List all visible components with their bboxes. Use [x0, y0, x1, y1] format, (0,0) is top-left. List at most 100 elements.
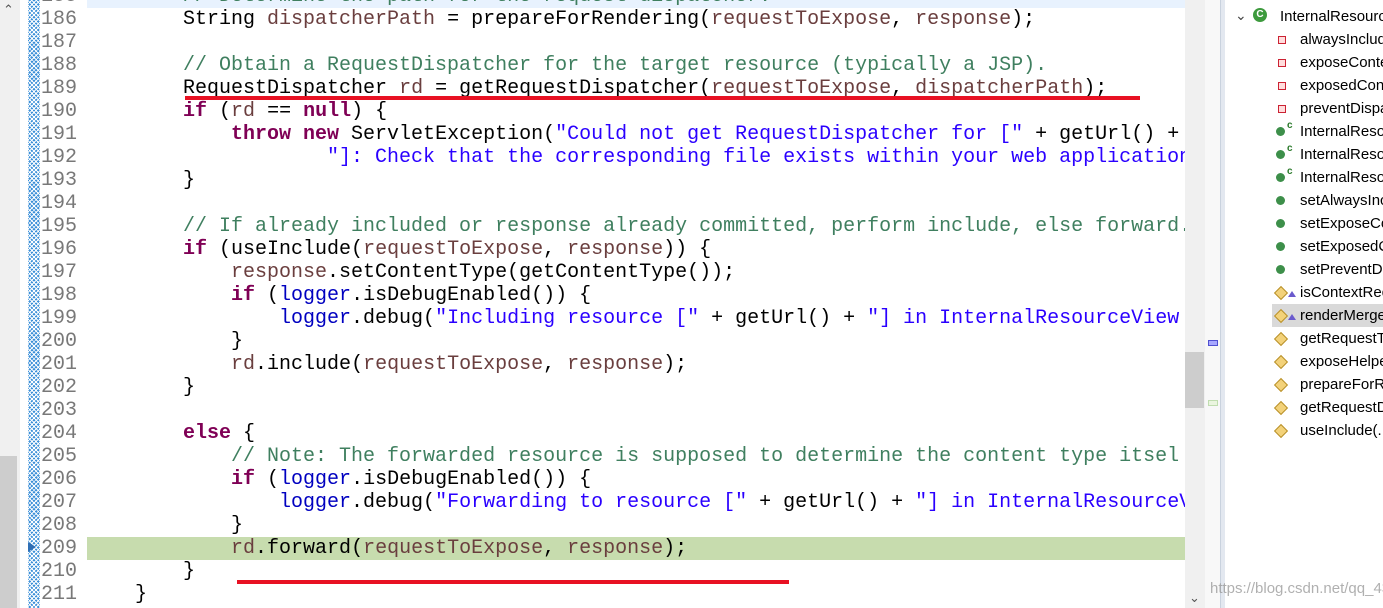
- code-line[interactable]: rd.include(requestToExpose, response);: [87, 353, 1185, 376]
- outline-item[interactable]: preventDispatchLoop: [1225, 97, 1383, 120]
- code-token: logger: [279, 468, 352, 491]
- outline-item[interactable]: setAlwaysInclude(boolean): [1225, 189, 1383, 212]
- code-editor[interactable]: // Determine the path for the request di…: [87, 0, 1185, 608]
- outline-root-label: InternalResourceView: [1280, 8, 1383, 25]
- code-line[interactable]: // Note: The forwarded resource is suppo…: [87, 445, 1185, 468]
- code-token: }: [87, 169, 196, 192]
- overview-ruler[interactable]: [1205, 0, 1220, 608]
- protected-method-icon: [1273, 423, 1289, 439]
- public-method-icon: [1276, 265, 1285, 274]
- code-token: )) {: [663, 238, 712, 261]
- code-line[interactable]: // If already included or response alrea…: [87, 215, 1185, 238]
- chevron-down-icon[interactable]: ⌄: [1235, 4, 1247, 27]
- line-number: 191: [41, 123, 78, 146]
- code-line[interactable]: }: [87, 514, 1185, 537]
- outline-item-label: InternalResourceView(): [1300, 123, 1383, 140]
- line-number: 186: [41, 8, 78, 31]
- debug-marker[interactable]: [1208, 400, 1218, 406]
- debug-current-line[interactable]: rd.forward(requestToExpose, response);: [87, 537, 1185, 560]
- constructor-icon: [1276, 150, 1285, 159]
- code-line[interactable]: if (logger.isDebugEnabled()) {: [87, 468, 1185, 491]
- code-token: ServletException(: [339, 123, 556, 146]
- code-token: }: [87, 330, 244, 353]
- outline-item[interactable]: c InternalResourceView(String, boolean): [1225, 166, 1383, 189]
- outline-item-label: setPreventDispatchLoop(boolean): [1300, 261, 1383, 278]
- code-line[interactable]: [87, 192, 1185, 215]
- outline-item-label: renderMergedOutputModel(...): [1300, 307, 1383, 324]
- editor-vertical-scrollbar[interactable]: [1185, 0, 1205, 608]
- outline-view[interactable]: ⌄ C InternalResourceView alwaysInclude ex…: [1225, 0, 1383, 608]
- code-line[interactable]: if (logger.isDebugEnabled()) {: [87, 284, 1185, 307]
- code-line[interactable]: else {: [87, 422, 1185, 445]
- code-token: ,: [891, 8, 916, 31]
- code-line[interactable]: if (useInclude(requestToExpose, response…: [87, 238, 1185, 261]
- code-token: requestToExpose: [711, 8, 892, 31]
- outline-item[interactable]: renderMergedOutputModel(...): [1272, 304, 1383, 327]
- code-token: ==: [255, 100, 304, 123]
- outline-item[interactable]: exposeContextBeansAsAttributes: [1225, 51, 1383, 74]
- code-line[interactable]: "]: Check that the corresponding file ex…: [87, 146, 1185, 169]
- occurrence-marker[interactable]: [1208, 340, 1218, 346]
- outline-item[interactable]: alwaysInclude: [1225, 28, 1383, 51]
- watermark: https://blog.csdn.net/qq_43416157: [1210, 580, 1383, 597]
- code-line[interactable]: [87, 399, 1185, 422]
- code-line[interactable]: }: [87, 376, 1185, 399]
- protected-method-icon: [1273, 377, 1289, 393]
- outline-item[interactable]: exposedContextBeanNames: [1225, 74, 1383, 97]
- code-line[interactable]: logger.debug("Including resource [" + ge…: [87, 307, 1185, 330]
- outline-root[interactable]: ⌄ C InternalResourceView: [1225, 5, 1383, 28]
- code-line[interactable]: [87, 31, 1185, 54]
- code-token: + getUrl() +: [1023, 123, 1180, 146]
- line-number: 192: [41, 146, 78, 169]
- left-scrollbar-thumb[interactable]: [0, 456, 17, 608]
- code-line[interactable]: response.setContentType(getContentType()…: [87, 261, 1185, 284]
- outline-item-label: getRequestDispatcher(...): [1300, 399, 1383, 416]
- outline-item[interactable]: getRequestToExpose(HttpServletRequest): [1225, 327, 1383, 350]
- chevron-up-icon[interactable]: ⌃: [3, 2, 14, 18]
- code-token: }: [87, 514, 244, 537]
- outline-item[interactable]: setExposeContextBeansAsAttributes(boolea…: [1225, 212, 1383, 235]
- outline-item-label: exposeHelpers(HttpServletRequest): [1300, 353, 1383, 370]
- code-line[interactable]: logger.debug("Forwarding to resource [" …: [87, 491, 1185, 514]
- outline-item[interactable]: prepareForRendering(...): [1225, 373, 1383, 396]
- code-line[interactable]: }: [87, 330, 1185, 353]
- outline-item-label: prepareForRendering(...): [1300, 376, 1383, 393]
- line-number: 208: [41, 514, 78, 537]
- private-field-icon: [1278, 105, 1286, 113]
- code-line[interactable]: throw new ServletException("Could not ge…: [87, 123, 1185, 146]
- code-token: rd: [231, 353, 256, 376]
- outline-item[interactable]: getRequestDispatcher(...): [1225, 396, 1383, 419]
- protected-override-method-icon: [1273, 285, 1289, 301]
- line-number: 197: [41, 261, 78, 284]
- code-line[interactable]: // Determine the path for the request di…: [87, 0, 1185, 8]
- code-line[interactable]: }: [87, 583, 1185, 606]
- outline-item[interactable]: exposeHelpers(HttpServletRequest): [1225, 350, 1383, 373]
- code-token: "]: Check that the corresponding file ex…: [87, 146, 1185, 169]
- code-token: "] in InternalResourceV: [915, 491, 1185, 514]
- class-icon: C: [1253, 8, 1267, 22]
- chevron-down-icon[interactable]: ⌄: [1189, 590, 1200, 606]
- code-token: if: [87, 468, 256, 491]
- override-triangle-icon: [1288, 291, 1296, 297]
- outline-item[interactable]: setExposedContextBeanNames(String...): [1225, 235, 1383, 258]
- code-token: );: [663, 353, 688, 376]
- line-number: 190: [41, 100, 78, 123]
- outline-item[interactable]: c InternalResourceView(): [1225, 120, 1383, 143]
- code-token: rd: [231, 537, 256, 560]
- code-line[interactable]: // Obtain a RequestDispatcher for the ta…: [87, 54, 1185, 77]
- code-line[interactable]: if (rd == null) {: [87, 100, 1185, 123]
- outline-item[interactable]: useInclude(...): [1225, 419, 1383, 442]
- public-method-icon: [1276, 196, 1285, 205]
- code-line[interactable]: }: [87, 169, 1185, 192]
- editor-scrollbar-thumb[interactable]: [1185, 352, 1204, 408]
- code-token: .isDebugEnabled()) {: [351, 468, 592, 491]
- code-line[interactable]: String dispatcherPath = prepareForRender…: [87, 8, 1185, 31]
- outline-item[interactable]: isContextRequired(): [1225, 281, 1383, 304]
- line-number: 185: [41, 0, 87, 8]
- outline-item[interactable]: setPreventDispatchLoop(boolean): [1225, 258, 1383, 281]
- line-number: 200: [41, 330, 78, 353]
- outline-item[interactable]: c InternalResourceView(String): [1225, 143, 1383, 166]
